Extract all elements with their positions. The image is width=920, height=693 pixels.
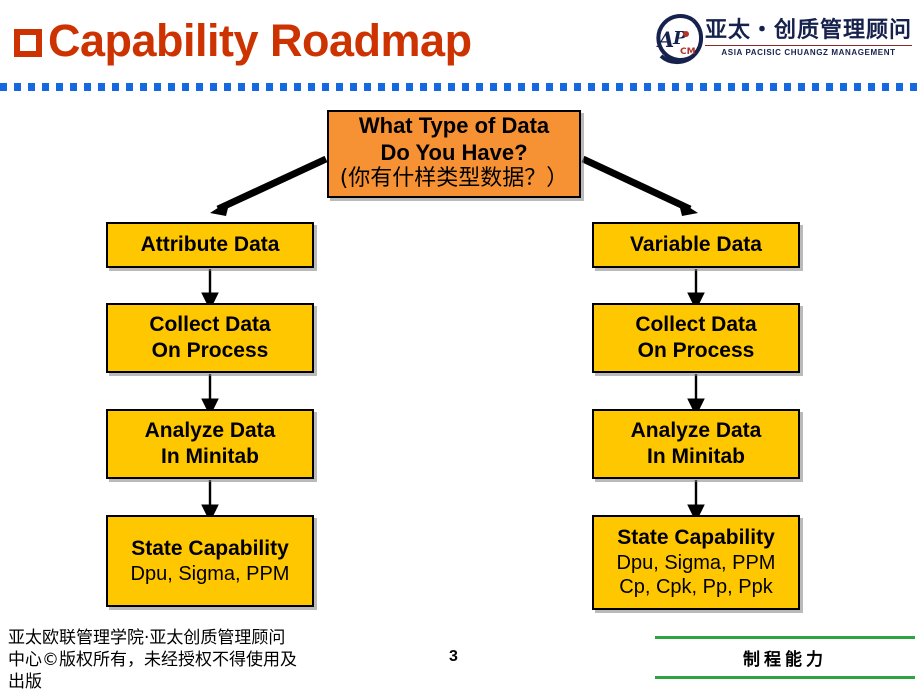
collect-data-right-line-2: On Process xyxy=(638,338,755,364)
question-line-1: What Type of Data xyxy=(359,113,549,140)
analyze-data-right-line-2: In Minitab xyxy=(647,444,745,470)
copyright-line-2: 中心©版权所有，未经授权不得使用及 xyxy=(8,650,338,672)
state-capability-left-title: State Capability xyxy=(131,536,289,562)
analyze-data-right-line-1: Analyze Data xyxy=(631,418,762,444)
footer-rule-bottom xyxy=(655,676,915,679)
question-line-2: Do You Have? xyxy=(380,140,527,167)
capability-roadmap-flowchart: What Type of Data Do You Have? (你有什样类型数据… xyxy=(0,0,920,690)
branch-arrow-right xyxy=(583,159,698,216)
attribute-data-label: Attribute Data xyxy=(141,232,280,258)
flow-node-analyze-data-left: Analyze Data In Minitab xyxy=(106,409,314,479)
flow-node-data-type-question: What Type of Data Do You Have? (你有什样类型数据… xyxy=(327,110,581,198)
flow-node-analyze-data-right: Analyze Data In Minitab xyxy=(592,409,800,479)
flow-node-attribute-data: Attribute Data xyxy=(106,222,314,268)
flow-node-state-capability-left: State Capability Dpu, Sigma, PPM xyxy=(106,515,314,607)
analyze-data-left-line-1: Analyze Data xyxy=(145,418,276,444)
state-capability-right-metrics-2: Cp, Cpk, Pp, Ppk xyxy=(619,575,772,599)
flow-node-state-capability-right: State Capability Dpu, Sigma, PPM Cp, Cpk… xyxy=(592,515,800,610)
copyright-line-1: 亚太欧联管理学院·亚太创质管理顾问 xyxy=(8,628,338,650)
flow-node-variable-data: Variable Data xyxy=(592,222,800,268)
state-capability-right-title: State Capability xyxy=(617,525,775,551)
page-number: 3 xyxy=(449,648,458,666)
question-line-3-chinese: (你有什样类型数据？） xyxy=(340,166,569,193)
collect-data-left-line-2: On Process xyxy=(152,338,269,364)
collect-data-right-line-1: Collect Data xyxy=(635,312,756,338)
collect-data-left-line-1: Collect Data xyxy=(149,312,270,338)
state-capability-right-metrics-1: Dpu, Sigma, PPM xyxy=(617,551,776,575)
variable-data-label: Variable Data xyxy=(630,232,762,258)
branch-arrow-left xyxy=(210,159,326,216)
footer-topic-text: 制程能力 xyxy=(743,639,827,676)
footer-copyright: 亚太欧联管理学院·亚太创质管理顾问 中心©版权所有，未经授权不得使用及 出版 xyxy=(8,628,338,693)
analyze-data-left-line-2: In Minitab xyxy=(161,444,259,470)
state-capability-left-metrics-1: Dpu, Sigma, PPM xyxy=(131,562,290,586)
flow-node-collect-data-left: Collect Data On Process xyxy=(106,303,314,373)
flow-node-collect-data-right: Collect Data On Process xyxy=(592,303,800,373)
footer-topic-banner: 制程能力 xyxy=(655,636,915,679)
